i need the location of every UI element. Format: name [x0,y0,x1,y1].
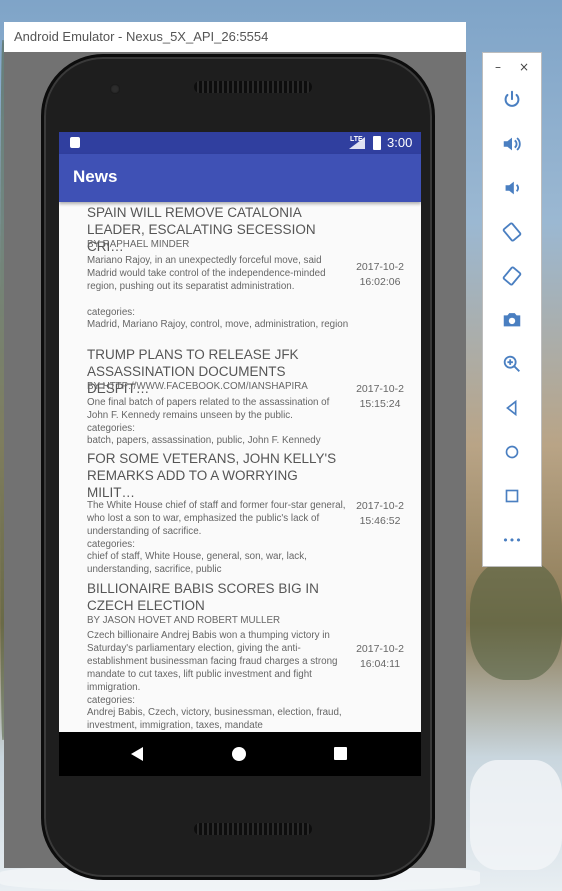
news-categories: batch, papers, assassination, public, Jo… [87,435,321,446]
news-time: 15:15:24 [359,398,401,410]
emulator-window: Android Emulator - Nexus_5X_API_26:5554 … [4,22,466,880]
news-description: The White House chief of staff and forme… [87,500,346,537]
more-button[interactable]: ••• [497,525,527,555]
battery-icon [373,136,381,150]
screenshot-button[interactable] [497,305,527,335]
zoom-icon [503,355,520,372]
news-time: 16:04:11 [359,658,401,670]
window-title[interactable]: Android Emulator - Nexus_5X_API_26:5554 [4,22,466,52]
status-time: 3:00 [387,135,413,150]
news-title: BILLIONAIRE BABIS SCORES BIG IN CZECH EL… [87,581,319,613]
minimize-button[interactable]: – [495,60,501,74]
bottom-speaker [194,823,312,835]
back-button[interactable] [497,393,527,423]
news-time: 16:02:06 [359,276,401,288]
news-author: BY JASON HOVET AND ROBERT MULLER [87,615,281,626]
volume-up-button[interactable] [497,129,527,159]
status-bar: LTE 3:00 [59,132,421,154]
news-categories: chief of staff, White House, general, so… [87,551,307,575]
rotate-right-icon [502,266,522,286]
close-button[interactable]: × [519,60,529,74]
news-date: 2017-10-2 [356,643,404,655]
news-title: FOR SOME VETERANS, JOHN KELLY'S REMARKS … [87,451,337,500]
news-item[interactable]: FOR SOME VETERANS, JOHN KELLY'S REMARKS … [59,450,421,578]
camera-icon [503,313,521,327]
device-screen[interactable]: LTE 3:00 News SPAIN WILL REMOVE CATALONI… [59,132,421,776]
news-author: BY HTTP://WWW.FACEBOOK.COM/IANSHAPIRA [87,381,308,392]
rotate-left-button[interactable] [497,217,527,247]
home-button[interactable] [497,437,527,467]
recent-apps-icon[interactable] [334,747,347,760]
emulator-toolbar: – × ••• [482,52,542,567]
zoom-button[interactable] [497,349,527,379]
overview-button[interactable] [497,481,527,511]
news-author: BY RAPHAEL MINDER [87,239,190,250]
overview-square-icon [505,489,519,503]
news-categories: Andrej Babis, Czech, victory, businessma… [87,707,342,731]
phone-frame: LTE 3:00 News SPAIN WILL REMOVE CATALONI… [41,54,435,880]
home-icon[interactable] [232,747,246,761]
sd-card-notification-icon [70,137,80,148]
rotate-right-button[interactable] [497,261,527,291]
news-item[interactable]: SPAIN WILL REMOVE CATALONIA LEADER, ESCA… [59,204,421,344]
back-icon[interactable] [131,747,143,761]
news-list[interactable]: SPAIN WILL REMOVE CATALONIA LEADER, ESCA… [59,202,421,732]
power-icon [504,90,520,107]
news-item[interactable]: TRUMP PLANS TO RELEASE JFK ASSASSINATION… [59,346,421,448]
top-speaker [194,81,312,93]
rotate-left-icon [502,222,522,242]
news-date: 2017-10-2 [356,500,404,512]
volume-down-button[interactable] [497,173,527,203]
navigation-bar [59,732,421,776]
background-tree [470,560,562,680]
home-circle-icon [505,445,519,459]
news-description: Mariano Rajoy, in an unexpectedly forcef… [87,255,326,292]
volume-down-icon [505,181,519,195]
front-camera [110,84,120,94]
background-snow [470,760,562,870]
app-bar: News [59,154,421,202]
news-date: 2017-10-2 [356,383,404,395]
app-title: News [73,167,118,186]
power-button[interactable] [497,85,527,115]
news-categories: Madrid, Mariano Rajoy, control, move, ad… [87,319,349,330]
network-type: LTE [350,136,363,143]
news-date: 2017-10-2 [356,261,404,273]
volume-up-icon [503,137,521,151]
news-time: 15:46:52 [359,515,401,527]
news-item[interactable]: BILLIONAIRE BABIS SCORES BIG IN CZECH EL… [59,580,421,732]
news-description: One final batch of papers related to the… [87,397,330,421]
back-triangle-icon [506,399,517,417]
news-description: Czech billionaire Andrej Babis won a thu… [87,630,338,693]
